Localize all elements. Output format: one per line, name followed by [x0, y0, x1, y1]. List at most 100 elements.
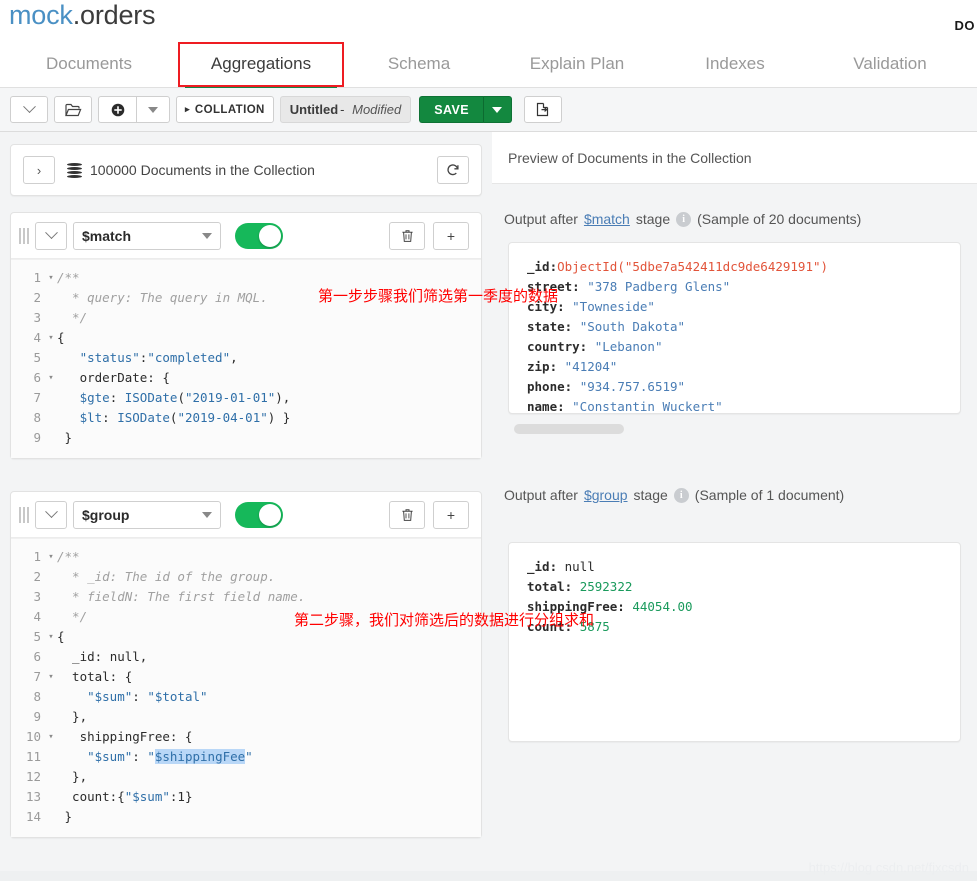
new-pipeline-menu-button[interactable] [136, 96, 170, 123]
open-saved-pipelines-button[interactable] [54, 96, 92, 123]
code-token: ( [177, 390, 185, 405]
tab-schema[interactable]: Schema [344, 44, 494, 86]
pipeline-name-display[interactable]: Untitled - Modified [279, 96, 412, 123]
stage-enable-toggle-match[interactable] [235, 222, 283, 249]
new-pipeline-button[interactable] [98, 96, 136, 123]
tab-aggregations[interactable]: Aggregations [178, 44, 344, 86]
code-token: "2019-01-01" [184, 390, 276, 405]
line-number: 10 [25, 729, 41, 744]
code-line: 8 $lt: ISODate("2019-04-01") } [11, 408, 481, 428]
database-icon [67, 162, 82, 178]
code-line: 13 count:{"$sum":1} [11, 787, 481, 807]
preview-horizontal-scrollbar[interactable] [514, 424, 624, 434]
field-value: "South Dakota" [579, 319, 686, 334]
add-stage-button[interactable]: + [433, 500, 469, 529]
output-prefix: Output after [504, 487, 578, 503]
output-header-match: Output after $match stage i (Sample of 2… [492, 196, 977, 242]
line-number: 14 [25, 809, 41, 824]
field-key: total: [527, 579, 580, 594]
pipeline-history-button[interactable] [10, 96, 48, 123]
code-text: { [57, 328, 65, 348]
output-suffix: stage [635, 211, 671, 227]
expand-collection-button[interactable]: › [23, 156, 55, 184]
code-text: }, [57, 707, 87, 727]
fold-toggle-icon[interactable]: ▾ [45, 368, 57, 388]
fold-toggle-icon[interactable]: ▾ [45, 627, 57, 647]
field-value: "378 Padberg Glens" [587, 279, 731, 294]
document-field-row: _id: null [527, 557, 942, 577]
code-token: $lt [79, 410, 103, 425]
code-token: :1} [169, 789, 193, 804]
code-token: "$total" [147, 689, 208, 704]
code-text: "$sum": "$total" [57, 687, 208, 707]
document-field-row: zip: "41204" [527, 357, 942, 377]
tab-explain-plan[interactable]: Explain Plan [494, 44, 660, 86]
code-token: " [147, 749, 155, 764]
fold-toggle-icon[interactable]: ▾ [45, 727, 57, 747]
output-stage-link[interactable]: $group [584, 487, 628, 503]
collection-count-card: › 100000 Documents in the Collection [10, 144, 482, 196]
output-stage-link[interactable]: $match [584, 211, 630, 227]
output-document-card-match: _id:ObjectId("5dbe7a542411dc9de6429191")… [508, 242, 961, 414]
stage-header: $group + [11, 492, 481, 538]
fold-toggle-icon[interactable]: ▾ [45, 328, 57, 348]
collapse-stage-button[interactable] [35, 500, 67, 529]
stage-enable-toggle-group[interactable] [235, 501, 283, 528]
code-text: count:{"$sum":1} [57, 787, 192, 807]
document-field-row: country: "Lebanon" [527, 337, 942, 357]
add-stage-button[interactable]: + [433, 221, 469, 250]
fold-toggle-icon[interactable]: ▾ [45, 547, 57, 567]
stage-operator-select-group[interactable]: $group [73, 500, 221, 529]
code-line: 11 "$sum": "$shippingFee" [11, 747, 481, 767]
refresh-collection-button[interactable] [437, 156, 469, 184]
export-icon [537, 102, 549, 117]
code-line: 7 $gte: ISODate("2019-01-01"), [11, 388, 481, 408]
fold-toggle-icon[interactable]: ▾ [45, 268, 57, 288]
stage-code-editor-group[interactable]: 1 ▾/** 2 * _id: The id of the group. 3 * fi… [11, 538, 481, 837]
save-menu-button[interactable] [483, 96, 512, 123]
line-number: 8 [33, 410, 41, 425]
code-token: count:{ [57, 789, 125, 804]
annotation-step-two: 第二步骤，我们对筛选后的数据进行分组求和 [294, 611, 595, 629]
line-number: 5 [33, 629, 41, 644]
field-key: _id: [527, 559, 565, 574]
save-button[interactable]: SAVE [419, 96, 484, 123]
stage-actions: + [389, 221, 469, 250]
info-icon[interactable]: i [676, 211, 692, 227]
document-field-row: city: "Towneside" [527, 297, 942, 317]
fold-toggle-icon[interactable]: ▾ [45, 667, 57, 687]
field-value: "41204" [564, 359, 618, 374]
stage-operator-select-match[interactable]: $match [73, 221, 221, 250]
caret-down-icon [492, 106, 503, 113]
chevron-right-icon: › [36, 162, 42, 178]
documents-corner-label: DO [954, 18, 975, 33]
blog-watermark: https://blog.csdn.net/fjxcsdn [808, 860, 969, 875]
code-text: } [57, 807, 73, 827]
tab-documents[interactable]: Documents [0, 44, 178, 86]
delete-stage-button[interactable] [389, 500, 425, 529]
export-pipeline-button[interactable] [523, 96, 562, 123]
drag-handle-icon[interactable] [19, 506, 29, 523]
pipeline-toolbar: ▸ COLLATION Untitled - Modified SAVE [0, 88, 977, 132]
pipeline-name-dash: - [340, 102, 345, 117]
tab-indexes[interactable]: Indexes [660, 44, 810, 86]
code-token: { [57, 330, 65, 345]
delete-stage-button[interactable] [389, 221, 425, 250]
document-field-row: _id:ObjectId("5dbe7a542411dc9de6429191") [527, 257, 942, 277]
chevron-down-icon [22, 100, 36, 114]
field-value: "Constantin Wuckert" [572, 399, 723, 414]
caret-down-icon [202, 232, 212, 239]
code-token: ) } [267, 410, 291, 425]
drag-handle-icon[interactable] [19, 227, 29, 244]
tab-validation[interactable]: Validation [810, 44, 970, 86]
code-token: */ [57, 609, 88, 624]
info-icon[interactable]: i [673, 487, 689, 503]
code-token: $shippingFee [154, 749, 246, 764]
collapse-stage-button[interactable] [35, 221, 67, 250]
plus-circle-icon [111, 103, 124, 116]
collation-toggle-button[interactable]: ▸ COLLATION [176, 96, 274, 123]
